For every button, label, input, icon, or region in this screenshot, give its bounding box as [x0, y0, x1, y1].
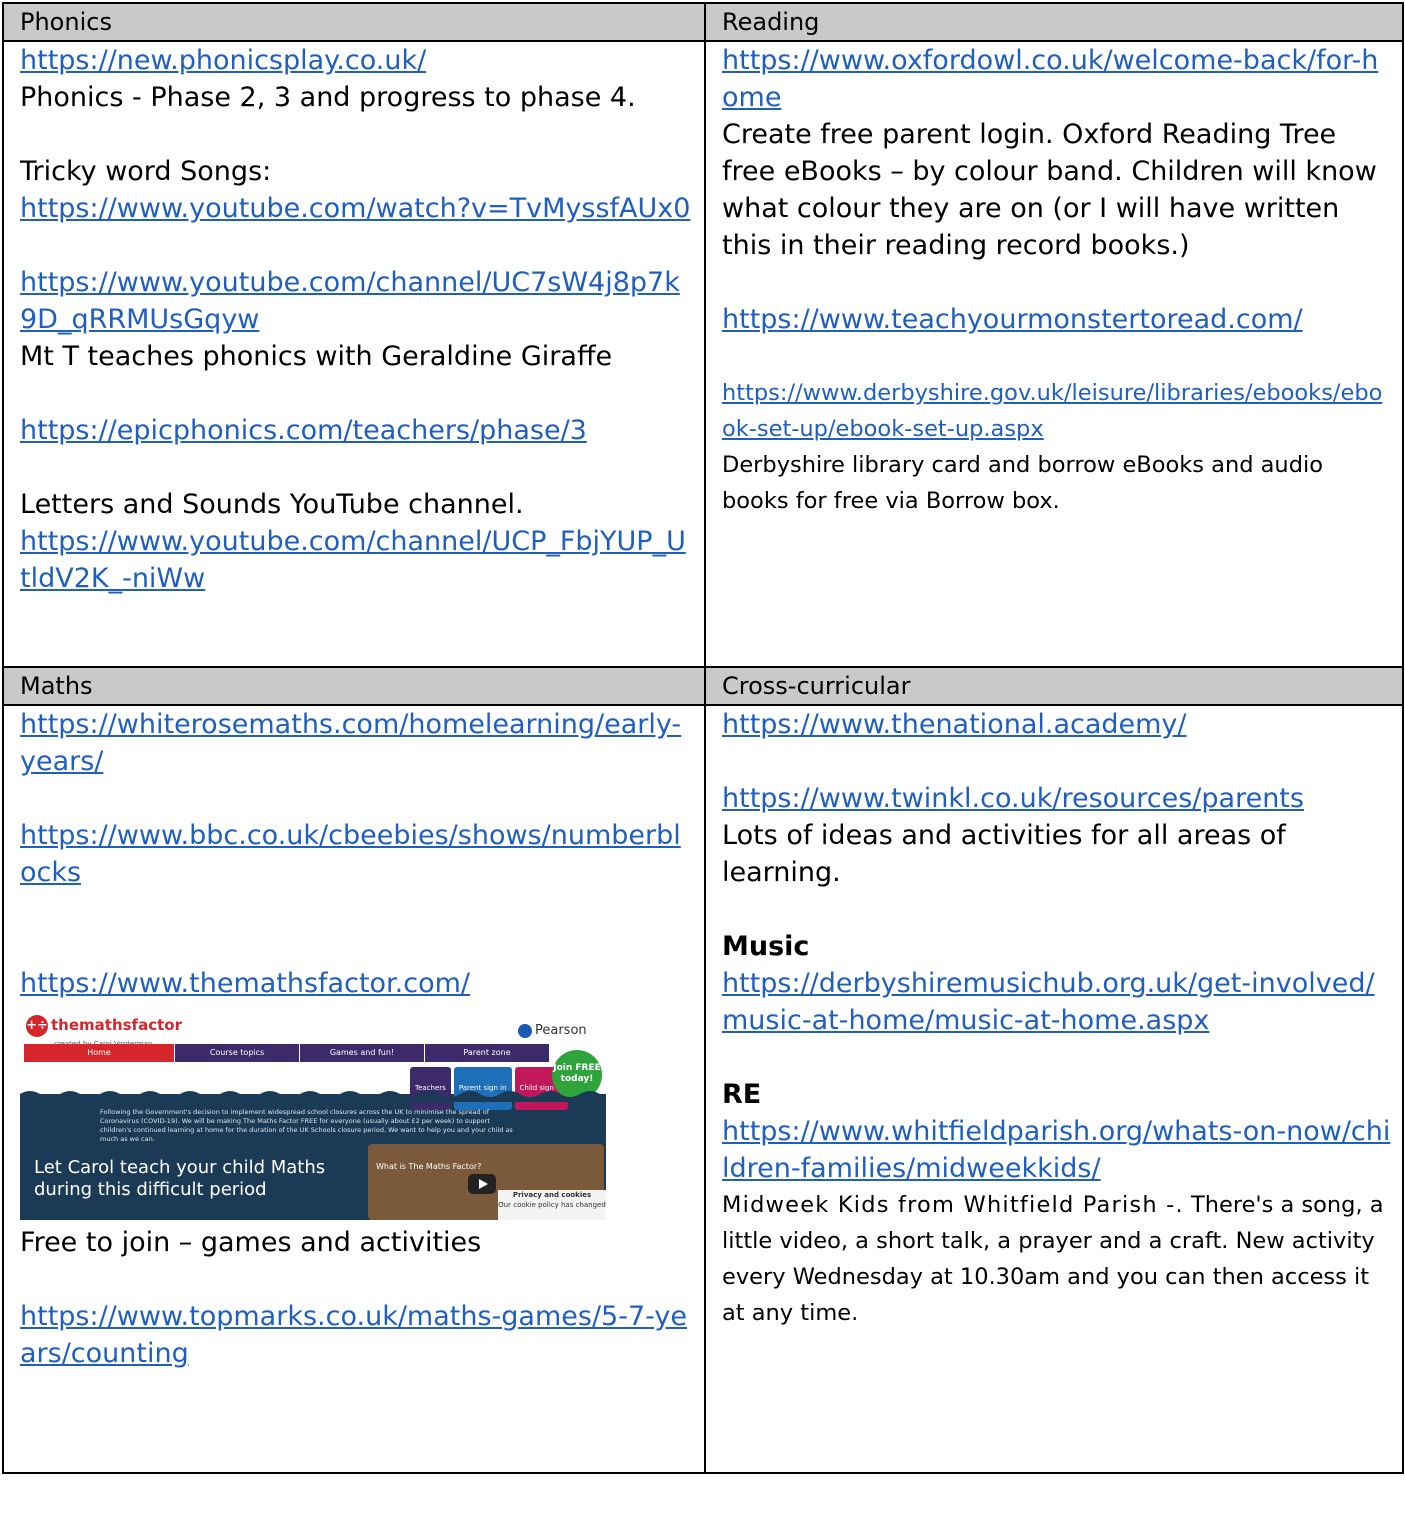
mf-cookie-title: Privacy and cookies	[512, 1191, 592, 1199]
oak-academy-link[interactable]: https://www.thenational.academy/	[722, 706, 1392, 743]
mr-t-desc: Mt T teaches phonics with Geraldine Gira…	[20, 341, 613, 372]
topmarks-link[interactable]: https://www.topmarks.co.uk/maths-games/5…	[20, 1298, 694, 1372]
mf-pearson-text: Pearson	[535, 1023, 587, 1038]
mf-nav-course: Course topics	[175, 1044, 299, 1062]
reading-cell: https://www.oxfordowl.co.uk/welcome-back…	[704, 40, 1404, 668]
mf-logo-icon: +÷	[26, 1014, 48, 1037]
music-hub-link[interactable]: https://derbyshiremusichub.org.uk/get-in…	[722, 965, 1392, 1039]
epicphonics-link[interactable]: https://epicphonics.com/teachers/phase/3	[20, 412, 694, 449]
mf-cookie-banner: Privacy and cookies Our cookie policy ha…	[498, 1190, 606, 1220]
mf-nav: Home Course topics Games and fun! Parent…	[24, 1044, 550, 1062]
midweek-kids-title: Midweek Kids from Whitfield Parish -.	[722, 1192, 1184, 1218]
mathsfactor-desc: Free to join – games and activities	[20, 1227, 482, 1258]
maths-header: Maths	[2, 666, 706, 706]
mr-t-youtube-link[interactable]: https://www.youtube.com/channel/UC7sW4j8…	[20, 264, 694, 338]
phonics-header: Phonics	[2, 2, 706, 42]
twinkl-desc: Lots of ideas and activities for all are…	[722, 820, 1286, 888]
mf-cookie-text: Our cookie policy has changed	[498, 1201, 606, 1209]
mf-nav-parent: Parent zone	[425, 1044, 549, 1062]
oxfordowl-desc: Create free parent login. Oxford Reading…	[722, 119, 1377, 261]
cross-curricular-cell: https://www.thenational.academy/ https:/…	[704, 704, 1404, 1474]
derbyshire-library-link[interactable]: https://www.derbyshire.gov.uk/leisure/li…	[722, 375, 1392, 447]
mathsfactor-screenshot: +÷themathsfactor created by Carol Vorder…	[20, 1004, 606, 1220]
letters-sounds-label: Letters and Sounds YouTube channel.	[20, 489, 524, 520]
whitfield-parish-link[interactable]: https://www.whitfieldparish.org/whats-on…	[722, 1113, 1392, 1187]
mf-headline: Let Carol teach your child Maths during …	[34, 1157, 326, 1200]
derbyshire-library-desc: Derbyshire library card and borrow eBook…	[722, 452, 1323, 514]
phonics-desc: Phonics - Phase 2, 3 and progress to pha…	[20, 82, 636, 113]
phonicsplay-link[interactable]: https://new.phonicsplay.co.uk/	[20, 42, 694, 79]
whiterose-link[interactable]: https://whiterosemaths.com/homelearning/…	[20, 706, 694, 780]
mf-wave	[20, 1091, 606, 1102]
mf-nav-games: Games and fun!	[300, 1044, 424, 1062]
numberblocks-link[interactable]: https://www.bbc.co.uk/cbeebies/shows/num…	[20, 817, 694, 891]
mathsfactor-link[interactable]: https://www.themathsfactor.com/	[20, 965, 694, 1002]
letters-sounds-link[interactable]: https://www.youtube.com/channel/UCP_FbjY…	[20, 523, 694, 597]
tricky-word-label: Tricky word Songs:	[20, 156, 272, 187]
cross-curricular-header: Cross-curricular	[704, 666, 1404, 706]
reading-header: Reading	[704, 2, 1404, 42]
mf-nav-home: Home	[24, 1044, 174, 1062]
mf-video-title: What is The Maths Factor?	[376, 1162, 482, 1171]
re-label: RE	[722, 1079, 762, 1110]
play-icon	[468, 1174, 496, 1194]
midweek-kids-desc: Midweek Kids from Whitfield Parish -. Th…	[722, 1187, 1392, 1331]
mf-notice: Following the Government's decision to i…	[100, 1108, 513, 1143]
oxfordowl-link[interactable]: https://www.oxfordowl.co.uk/welcome-back…	[722, 42, 1392, 116]
music-label: Music	[722, 931, 810, 962]
phonics-cell: https://new.phonicsplay.co.uk/ Phonics -…	[2, 40, 706, 668]
teachyourmonster-link[interactable]: https://www.teachyourmonstertoread.com/	[722, 301, 1392, 338]
tricky-word-youtube-link[interactable]: https://www.youtube.com/watch?v=TvMyssfA…	[20, 190, 694, 227]
resources-table: Phonics Reading https://new.phonicsplay.…	[2, 2, 1404, 1474]
maths-cell: https://whiterosemaths.com/homelearning/…	[2, 704, 706, 1474]
twinkl-link[interactable]: https://www.twinkl.co.uk/resources/paren…	[722, 780, 1392, 817]
pearson-icon	[518, 1023, 532, 1038]
